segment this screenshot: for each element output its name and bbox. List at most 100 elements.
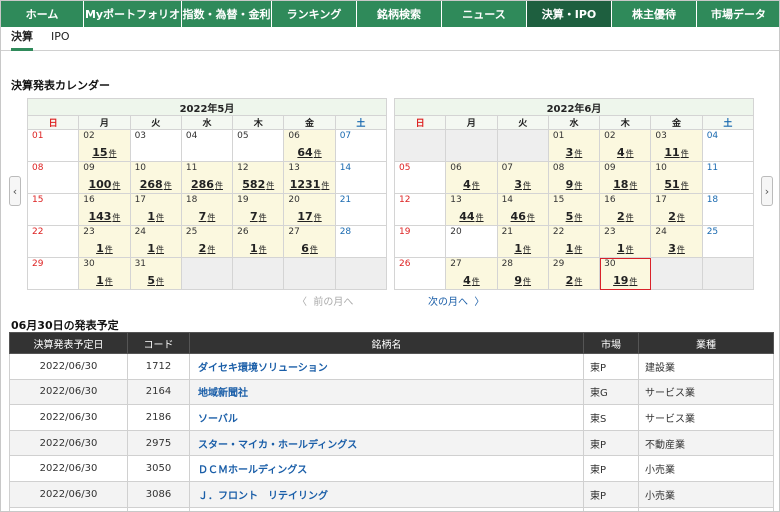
calendar-day-cell[interactable]: 26 1件 [232, 225, 285, 258]
calendar-day-cell[interactable]: 09 18件 [599, 161, 652, 194]
calendar-day-cell[interactable]: 24 3件 [650, 225, 703, 258]
earnings-count-link[interactable]: 18件 [600, 178, 650, 191]
calendar-day-cell[interactable]: 23 1件 [78, 225, 131, 258]
calendar-day-cell[interactable]: 28 9件 [496, 257, 549, 290]
earnings-count-link[interactable]: 1231件 [284, 178, 334, 191]
calendar-day-cell[interactable]: 13 1231件 [283, 161, 336, 194]
nav-earnings-ipo[interactable]: 決算・IPO [527, 1, 612, 27]
earnings-count-link[interactable]: 7件 [233, 210, 283, 223]
earnings-count-link[interactable]: 1件 [600, 242, 650, 255]
earnings-count-link[interactable]: 4件 [600, 146, 650, 159]
earnings-count-link[interactable]: 1件 [233, 242, 283, 255]
earnings-count-link[interactable]: 2件 [651, 210, 701, 223]
earnings-count-link[interactable]: 100件 [79, 178, 129, 191]
calendar-day-cell[interactable]: 29 2件 [547, 257, 601, 290]
earnings-count-link[interactable]: 5件 [131, 274, 181, 287]
calendar-day-cell[interactable]: 14 46件 [496, 193, 549, 226]
calendar-day-cell[interactable]: 18 7件 [180, 193, 234, 226]
nav-my-portfolio[interactable]: Myポートフォリオ [84, 1, 182, 27]
calendar-day-cell[interactable]: 08 9件 [547, 161, 601, 194]
earnings-count-link[interactable]: 17件 [284, 210, 334, 223]
calendar-day-cell[interactable]: 20 17件 [283, 193, 336, 226]
calendar-day-cell[interactable]: 27 4件 [445, 257, 498, 290]
nav-shareholder-benefits[interactable]: 株主優待 [612, 1, 697, 27]
calendar-day-cell[interactable]: 16 143件 [78, 193, 131, 226]
earnings-count-link[interactable]: 2件 [600, 210, 650, 223]
company-name-link[interactable]: スター・マイカ・ホールディングス [189, 429, 584, 457]
earnings-count-link[interactable]: 15件 [79, 146, 129, 159]
calendar-day-cell[interactable]: 31 5件 [129, 257, 182, 290]
tab-ipo[interactable]: IPO [51, 27, 70, 51]
calendar-day-cell[interactable]: 27 6件 [283, 225, 336, 258]
company-name-link[interactable]: ダイセキ環境ソリューション [189, 353, 584, 380]
calendar-day-cell[interactable]: 10 51件 [650, 161, 703, 194]
earnings-count-link[interactable]: 3件 [651, 242, 701, 255]
calendar-day-cell[interactable]: 11 286件 [180, 161, 234, 194]
tab-earnings[interactable]: 決算 [11, 27, 33, 51]
company-name-link[interactable]: 地域新聞社 [189, 378, 584, 406]
calendar-day-cell[interactable]: 16 2件 [599, 193, 652, 226]
earnings-count-link[interactable]: 268件 [131, 178, 181, 191]
earnings-count-link[interactable]: 5件 [549, 210, 599, 223]
earnings-count-link[interactable]: 3件 [549, 146, 599, 159]
calendar-next-arrow[interactable]: › [761, 176, 773, 206]
earnings-count-link[interactable]: 9件 [498, 274, 548, 287]
earnings-count-link[interactable]: 1件 [498, 242, 548, 255]
earnings-count-link[interactable]: 44件 [446, 210, 496, 223]
calendar-day-cell[interactable]: 24 1件 [129, 225, 182, 258]
calendar-day-cell[interactable]: 02 4件 [599, 129, 652, 162]
calendar-day-cell[interactable]: 15 5件 [547, 193, 601, 226]
calendar-day-cell[interactable]: 07 3件 [496, 161, 549, 194]
calendar-day-cell[interactable]: 30 1件 [78, 257, 131, 290]
calendar-prev-arrow[interactable]: ‹ [9, 176, 21, 206]
earnings-count-link[interactable]: 64件 [284, 146, 334, 159]
earnings-count-link[interactable]: 143件 [79, 210, 129, 223]
earnings-count-link[interactable]: 7件 [182, 210, 232, 223]
earnings-count-link[interactable]: 2件 [549, 274, 599, 287]
earnings-count-link[interactable]: 1件 [131, 210, 181, 223]
calendar-day-cell[interactable]: 13 44件 [445, 193, 498, 226]
next-month-link[interactable]: 次の月へ 〉 [428, 293, 484, 308]
calendar-day-cell[interactable]: 12 582件 [232, 161, 285, 194]
earnings-count-link[interactable]: 1件 [131, 242, 181, 255]
earnings-count-link[interactable]: 6件 [284, 242, 334, 255]
earnings-count-link[interactable]: 46件 [498, 210, 548, 223]
earnings-count-link[interactable]: 2件 [182, 242, 232, 255]
calendar-day-cell[interactable]: 01 3件 [547, 129, 601, 162]
calendar-day-cell[interactable]: 23 1件 [599, 225, 652, 258]
calendar-day-cell[interactable]: 06 64件 [283, 129, 336, 162]
calendar-day-cell[interactable]: 06 4件 [445, 161, 498, 194]
earnings-count-link[interactable]: 4件 [446, 274, 496, 287]
earnings-count-link[interactable]: 11件 [651, 146, 701, 159]
company-name-link[interactable]: Ｊ．フロント リテイリング [189, 480, 584, 508]
calendar-day-cell[interactable]: 22 1件 [547, 225, 601, 258]
prev-month-link[interactable]: 〈 前の月へ [297, 293, 353, 308]
nav-ranking[interactable]: ランキング [272, 1, 357, 27]
company-name-link[interactable]: ＤＣＭホールディングス [189, 455, 584, 482]
calendar-day-cell[interactable]: 03 11件 [650, 129, 703, 162]
nav-news[interactable]: ニュース [442, 1, 527, 27]
earnings-count-link[interactable]: 1件 [79, 274, 129, 287]
earnings-count-link[interactable]: 9件 [549, 178, 599, 191]
earnings-count-link[interactable]: 3件 [498, 178, 548, 191]
earnings-count-link[interactable]: 286件 [182, 178, 232, 191]
earnings-count-link[interactable]: 51件 [651, 178, 701, 191]
calendar-day-cell[interactable]: 17 2件 [650, 193, 703, 226]
calendar-day-cell[interactable]: 30 19件 [599, 257, 652, 290]
earnings-count-link[interactable]: 582件 [233, 178, 283, 191]
earnings-count-link[interactable]: 4件 [446, 178, 496, 191]
calendar-day-cell[interactable]: 10 268件 [129, 161, 182, 194]
calendar-day-cell[interactable]: 19 7件 [232, 193, 285, 226]
calendar-day-cell[interactable]: 17 1件 [129, 193, 182, 226]
calendar-day-cell[interactable]: 21 1件 [496, 225, 549, 258]
earnings-count-link[interactable]: 1件 [549, 242, 599, 255]
earnings-count-link[interactable]: 19件 [600, 274, 650, 287]
calendar-day-cell[interactable]: 09 100件 [78, 161, 131, 194]
nav-stock-search[interactable]: 銘柄検索 [357, 1, 442, 27]
nav-index-fx-rates[interactable]: 指数・為替・金利 [182, 1, 272, 27]
calendar-day-cell[interactable]: 25 2件 [180, 225, 234, 258]
company-name-link[interactable]: ソーバル [189, 404, 584, 431]
nav-market-data[interactable]: 市場データ [697, 1, 779, 27]
calendar-day-cell[interactable]: 02 15件 [78, 129, 131, 162]
nav-home[interactable]: ホーム [1, 1, 84, 27]
